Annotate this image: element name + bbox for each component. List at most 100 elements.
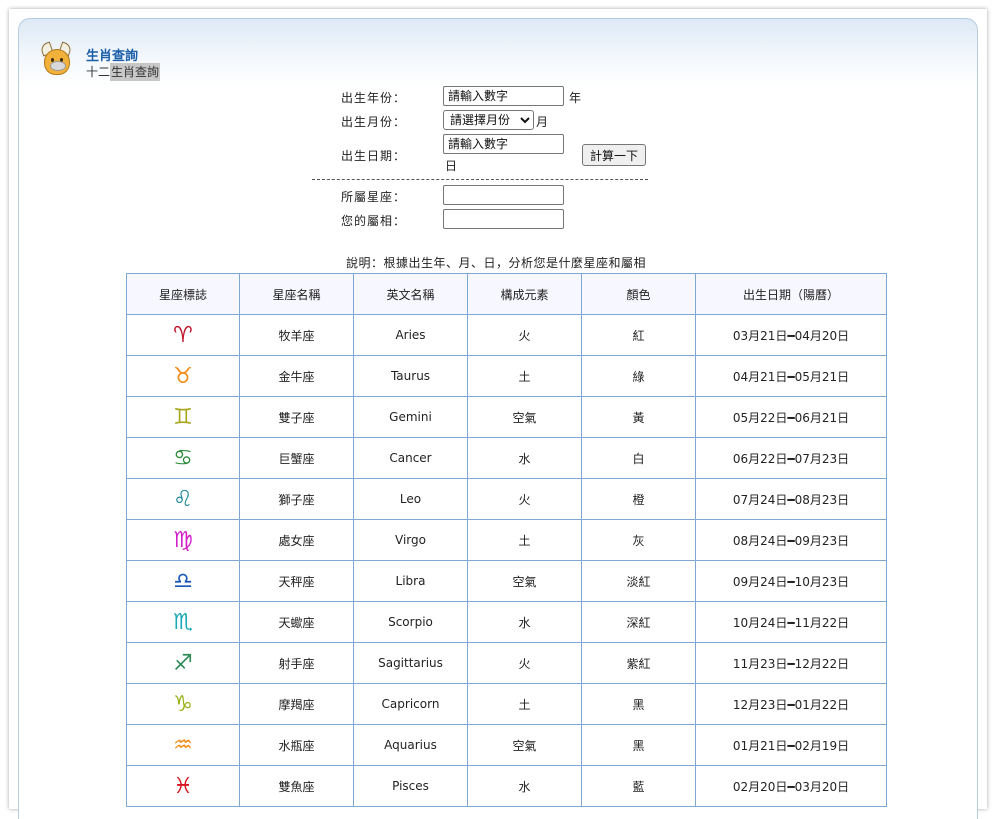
color-cell: 淡紅 bbox=[581, 560, 696, 602]
color-cell: 黑 bbox=[581, 683, 696, 725]
ox-face bbox=[44, 49, 70, 75]
table-row: ♉ 金牛座 Taurus 土綠 04月21日━05月21日 bbox=[126, 355, 887, 397]
date-range-cell: 12月23日━01月22日 bbox=[695, 683, 887, 725]
star-sign-field[interactable] bbox=[443, 185, 564, 205]
date-range-cell: 03月21日━04月20日 bbox=[695, 314, 887, 356]
birth-day-label: 出生日期： bbox=[341, 149, 407, 163]
description-text: 說明：根據出生年、月、日，分析您是什麼星座和屬相 bbox=[346, 256, 647, 270]
element-cell: 水 bbox=[467, 437, 582, 479]
element-cell: 水 bbox=[467, 601, 582, 643]
date-range-cell: 04月21日━05月21日 bbox=[695, 355, 887, 397]
element-cell: 空氣 bbox=[467, 560, 582, 602]
sign-name-cell: 天秤座 bbox=[239, 560, 354, 602]
zodiac-symbol-icon: ♈ bbox=[126, 314, 240, 356]
zodiac-symbol-icon: ♉ bbox=[126, 355, 240, 397]
table-header-row: 星座標誌 星座名稱 英文名稱 構成元素 顏色 出生日期（陽曆） bbox=[126, 273, 887, 315]
date-range-cell: 07月24日━08月23日 bbox=[695, 478, 887, 520]
english-name-cell: Cancer bbox=[353, 437, 468, 479]
english-name-cell: Taurus bbox=[353, 355, 468, 397]
calculate-button[interactable]: 計算一下 bbox=[582, 144, 647, 166]
element-cell: 土 bbox=[467, 519, 582, 561]
english-name-cell: Sagittarius bbox=[353, 642, 468, 684]
sign-name-cell: 處女座 bbox=[239, 519, 354, 561]
table-row: ♏ 天蠍座 Scorpio 水深紅 10月24日━11月22日 bbox=[126, 601, 887, 643]
birth-day-input[interactable] bbox=[443, 134, 564, 154]
sign-name-cell: 摩羯座 bbox=[239, 683, 354, 725]
element-cell: 空氣 bbox=[467, 724, 582, 766]
color-cell: 藍 bbox=[581, 765, 696, 807]
color-cell: 灰 bbox=[581, 519, 696, 561]
zodiac-symbol-icon: ♌ bbox=[126, 478, 240, 520]
date-range-cell: 11月23日━12月22日 bbox=[695, 642, 887, 684]
column-header: 星座標誌 bbox=[126, 273, 240, 315]
english-name-cell: Pisces bbox=[353, 765, 468, 807]
birth-month-select[interactable]: 請選擇月份 bbox=[443, 110, 534, 130]
element-cell: 土 bbox=[467, 355, 582, 397]
zodiac-symbol-icon: ♓ bbox=[126, 765, 240, 807]
element-cell: 火 bbox=[467, 642, 582, 684]
birth-month-label: 出生月份： bbox=[341, 115, 407, 129]
table-row: ♎ 天秤座 Libra 空氣 淡紅 09月24日━10月23日 bbox=[126, 560, 887, 602]
sign-name-cell: 獅子座 bbox=[239, 478, 354, 520]
column-header: 構成元素 bbox=[467, 273, 582, 315]
form-divider bbox=[312, 179, 648, 180]
element-cell: 土 bbox=[467, 683, 582, 725]
date-range-cell: 06月22日━07月23日 bbox=[695, 437, 887, 479]
table-row: ♋ 巨蟹座 Cancer 水白 06月22日━07月23日 bbox=[126, 437, 887, 479]
element-cell: 火 bbox=[467, 314, 582, 356]
element-cell: 空氣 bbox=[467, 396, 582, 438]
english-name-cell: Capricorn bbox=[353, 683, 468, 725]
color-cell: 綠 bbox=[581, 355, 696, 397]
english-name-cell: Aquarius bbox=[353, 724, 468, 766]
table-row: ♑ 摩羯座 Capricorn 土黑 12月23日━01月22日 bbox=[126, 683, 887, 725]
zodiac-symbol-icon: ♎ bbox=[126, 560, 240, 602]
birth-day-unit: 日 bbox=[445, 159, 458, 173]
page-frame: 生肖查詢 十二生肖查詢 出生年份： 年 出生月份： 請選擇月份 月 出生日期： … bbox=[9, 9, 987, 819]
zodiac-symbol-icon: ♏ bbox=[126, 601, 240, 643]
zodiac-label: 您的屬相： bbox=[341, 214, 407, 228]
table-row: ♒ 水瓶座 Aquarius 空氣黑 01月21日━02月19日 bbox=[126, 724, 887, 766]
page-title: 生肖查詢 bbox=[86, 49, 139, 64]
zodiac-symbol-icon: ♋ bbox=[126, 437, 240, 479]
birth-year-input[interactable] bbox=[443, 86, 564, 106]
color-cell: 白 bbox=[581, 437, 696, 479]
sign-name-cell: 雙子座 bbox=[239, 396, 354, 438]
element-cell: 火 bbox=[467, 478, 582, 520]
zodiac-table: 星座標誌 星座名稱 英文名稱 構成元素 顏色 出生日期（陽曆） ♈ 牧羊座 Aries 火紅 03… bbox=[126, 273, 887, 807]
date-range-cell: 05月22日━06月21日 bbox=[695, 396, 887, 438]
english-name-cell: Virgo bbox=[353, 519, 468, 561]
color-cell: 深紅 bbox=[581, 601, 696, 643]
table-row: ♈ 牧羊座 Aries 火紅 03月21日━04月20日 bbox=[126, 314, 887, 356]
table-row: ♌ 獅子座 Leo 火橙 07月24日━08月23日 bbox=[126, 478, 887, 520]
date-range-cell: 01月21日━02月19日 bbox=[695, 724, 887, 766]
sign-name-cell: 巨蟹座 bbox=[239, 437, 354, 479]
sign-name-cell: 雙魚座 bbox=[239, 765, 354, 807]
zodiac-symbol-icon: ♑ bbox=[126, 683, 240, 725]
english-name-cell: Scorpio bbox=[353, 601, 468, 643]
color-cell: 紅 bbox=[581, 314, 696, 356]
ox-icon bbox=[39, 41, 73, 77]
color-cell: 黃 bbox=[581, 396, 696, 438]
page-subtitle: 十二生肖查詢 bbox=[86, 63, 161, 81]
table-row: ♍ 處女座 Virgo 土灰 08月24日━09月23日 bbox=[126, 519, 887, 561]
birth-month-unit: 月 bbox=[536, 115, 549, 129]
birth-year-unit: 年 bbox=[569, 91, 582, 105]
sign-name-cell: 金牛座 bbox=[239, 355, 354, 397]
color-cell: 橙 bbox=[581, 478, 696, 520]
zodiac-symbol-icon: ♊ bbox=[126, 396, 240, 438]
color-cell: 紫紅 bbox=[581, 642, 696, 684]
sign-name-cell: 射手座 bbox=[239, 642, 354, 684]
english-name-cell: Gemini bbox=[353, 396, 468, 438]
zodiac-symbol-icon: ♒ bbox=[126, 724, 240, 766]
column-header: 出生日期（陽曆） bbox=[695, 273, 887, 315]
color-cell: 黑 bbox=[581, 724, 696, 766]
english-name-cell: Leo bbox=[353, 478, 468, 520]
birth-year-label: 出生年份： bbox=[341, 91, 407, 105]
date-range-cell: 02月20日━03月20日 bbox=[695, 765, 887, 807]
subtitle-highlight: 生肖查詢 bbox=[110, 63, 161, 81]
table-row: ♊ 雙子座 Gemini 空氣黃 05月22日━06月21日 bbox=[126, 396, 887, 438]
sign-name-cell: 天蠍座 bbox=[239, 601, 354, 643]
zodiac-field[interactable] bbox=[443, 209, 564, 229]
table-row: ♐ 射手座 Sagittarius 火紫紅 11月23日━12月22日 bbox=[126, 642, 887, 684]
sign-name-cell: 水瓶座 bbox=[239, 724, 354, 766]
